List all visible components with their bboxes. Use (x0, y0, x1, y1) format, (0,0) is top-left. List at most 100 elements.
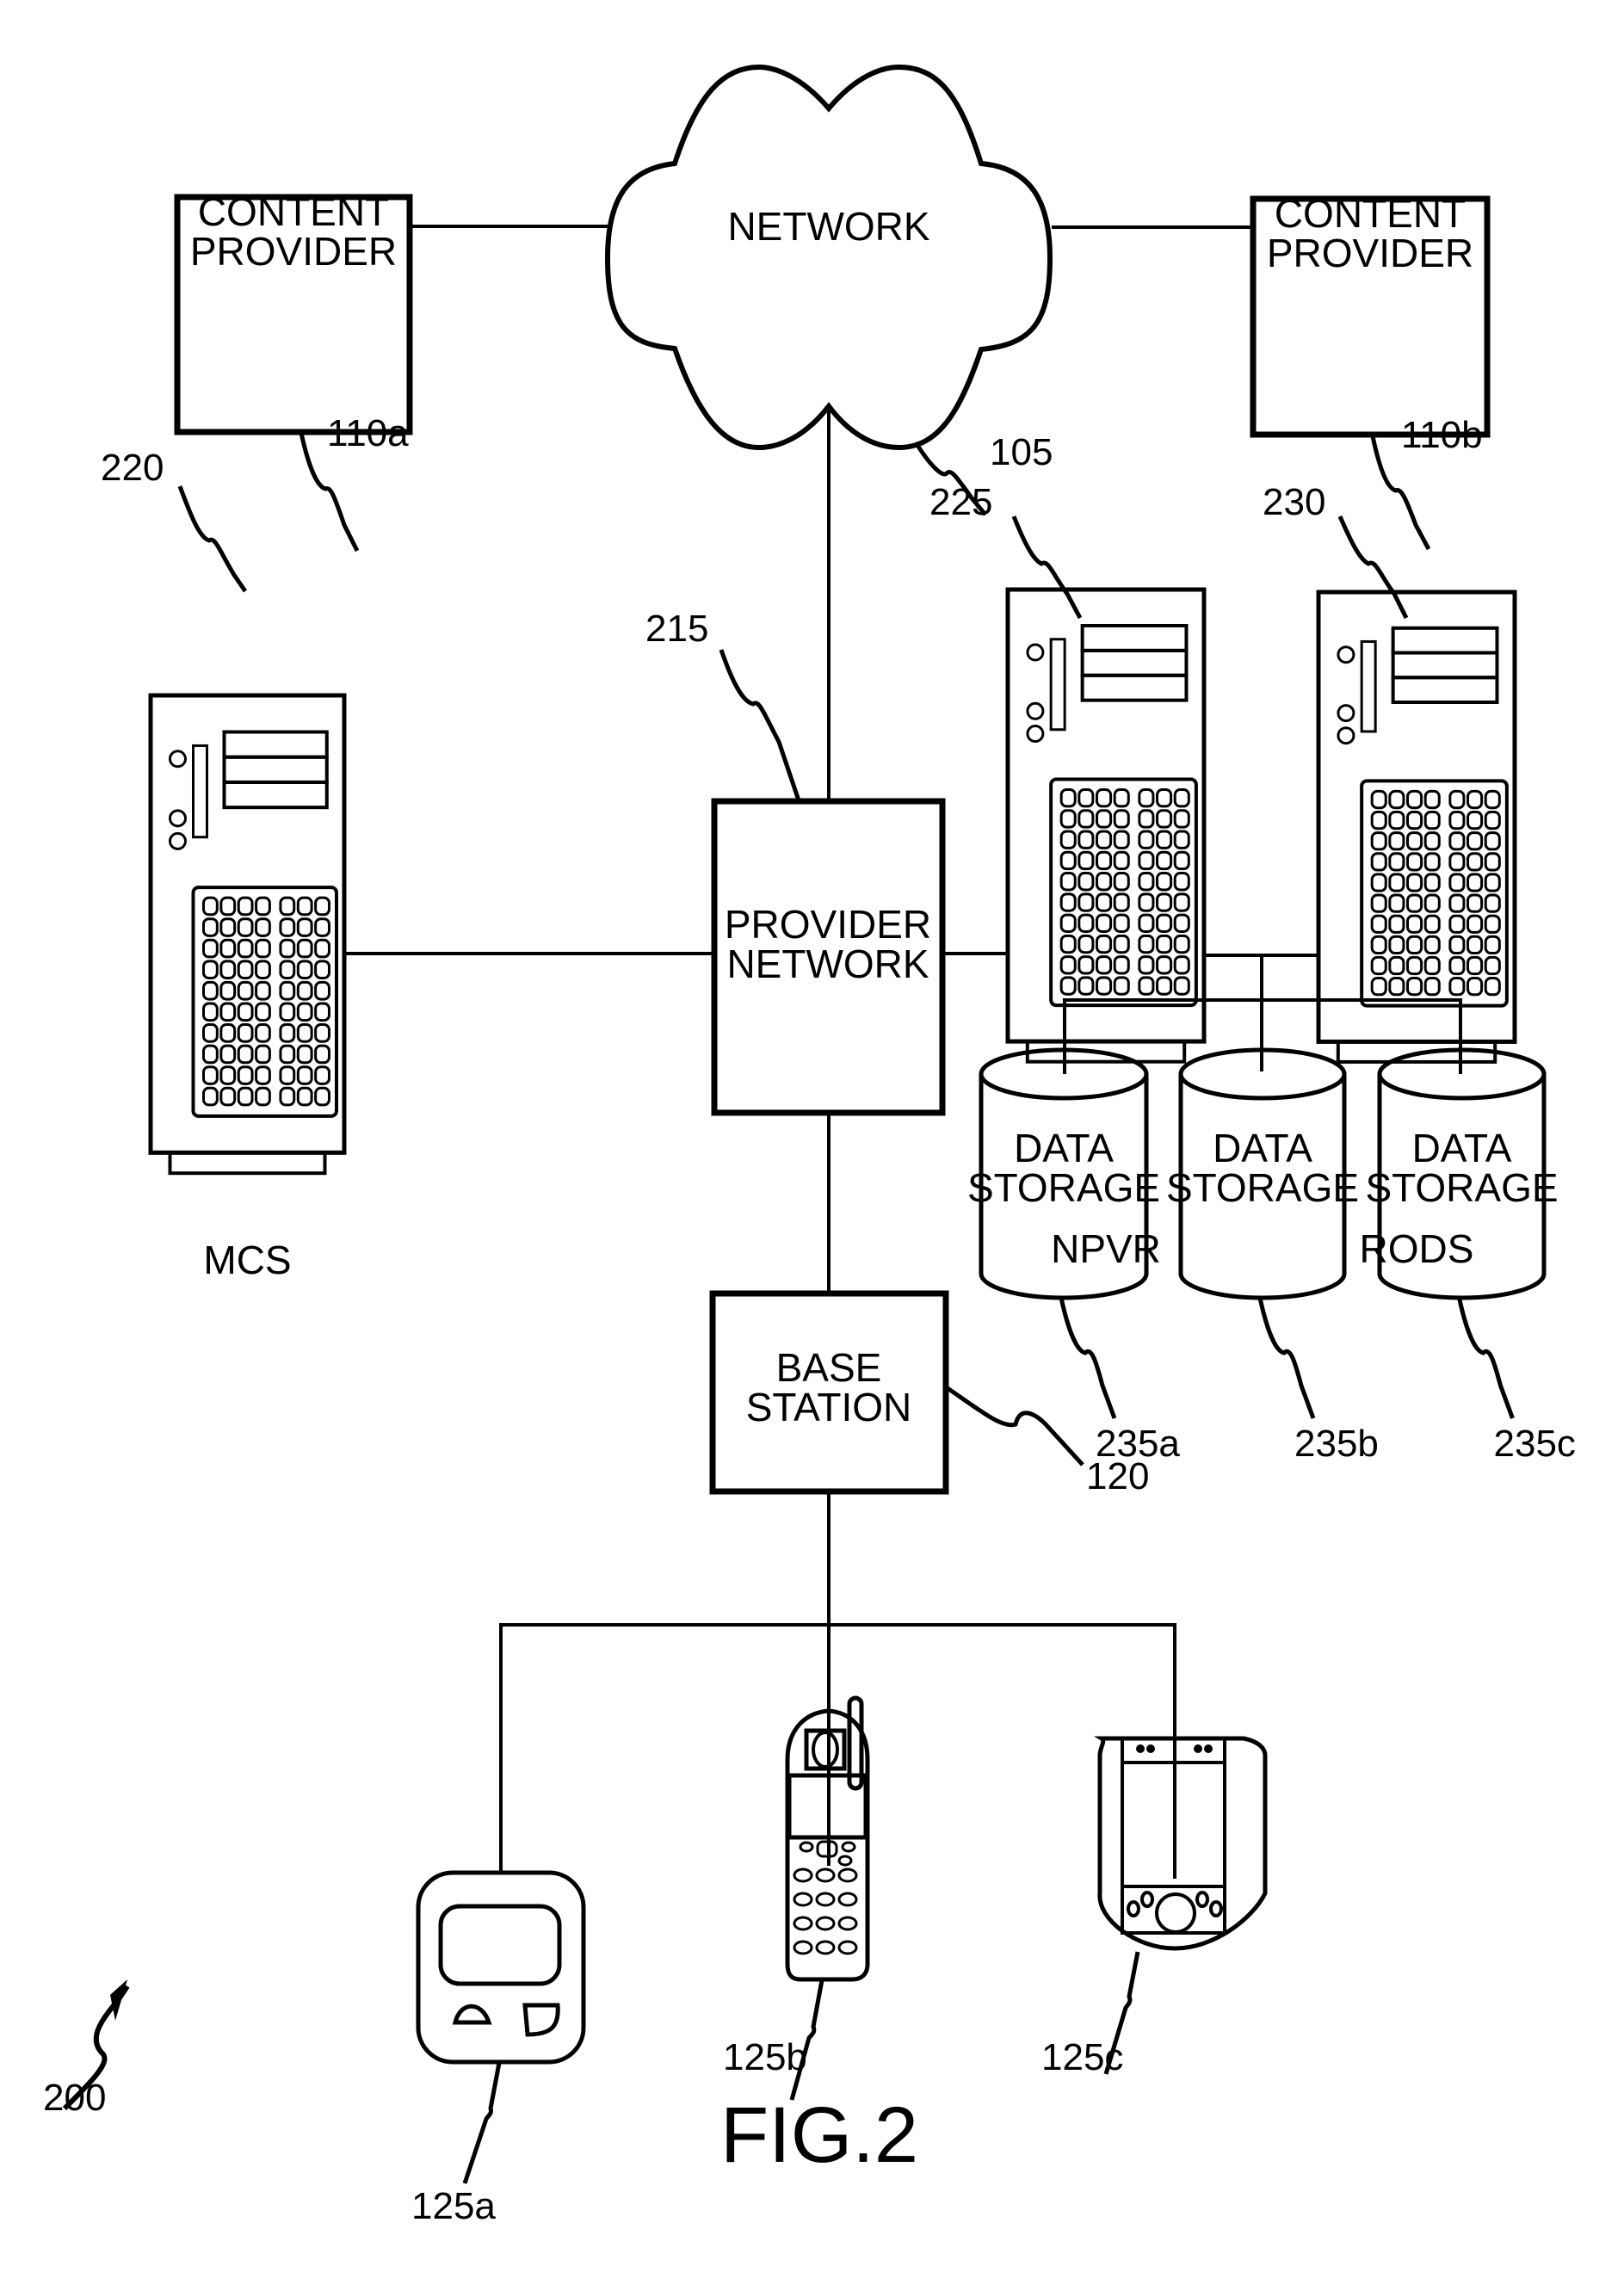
vent-slot (1467, 977, 1484, 997)
vent-slot (219, 896, 237, 917)
vent-slot (1406, 831, 1423, 851)
ref-215: 215 (645, 608, 708, 650)
pager-button-right (522, 2003, 560, 2037)
provider-network-line2: NETWORK (726, 942, 929, 986)
vent-slot (1096, 788, 1113, 808)
vent-slot (1388, 977, 1405, 997)
vent-slot (1096, 913, 1113, 933)
vent-slot (1096, 872, 1113, 892)
vent-slot (255, 960, 271, 979)
vent-slot (1078, 788, 1095, 808)
leader-125a (462, 2062, 502, 2184)
vent-slot (1370, 852, 1387, 872)
pda-led (1146, 1744, 1155, 1753)
vent-slot (219, 917, 237, 937)
vent-slot (1467, 811, 1484, 830)
vent-slot (1388, 955, 1405, 976)
vent-slot (1078, 850, 1095, 871)
leader-230 (1337, 516, 1409, 620)
vent-slot (1078, 872, 1095, 892)
vent-slot (1113, 955, 1130, 975)
phone-key (793, 1868, 813, 1883)
vent-slot (219, 1044, 237, 1065)
content-provider-b-line1: CONTENT (1275, 191, 1466, 236)
vent-slot (1096, 892, 1113, 912)
vent-slot (1059, 892, 1077, 912)
data-storage-b: DATASTORAGE 235b (1166, 1047, 1379, 1465)
vent-slot (1370, 914, 1387, 934)
vent-slot (279, 960, 296, 979)
vent-slot (1156, 934, 1173, 954)
drive-bay (1391, 676, 1499, 704)
pda-icon (1094, 1736, 1268, 1951)
phone-key (841, 1841, 856, 1853)
vent-slot (219, 938, 237, 959)
vent-slot (255, 896, 271, 917)
storage-line1: DATA (1014, 1126, 1114, 1170)
vent-slot (237, 1086, 254, 1107)
phone-keypad (793, 1840, 858, 1955)
vent-slot (1059, 809, 1077, 829)
vent-slot (202, 980, 219, 1001)
vent-slot (1388, 873, 1405, 892)
vent-slot (1173, 892, 1190, 912)
vent-slot (314, 1002, 330, 1022)
vent-slot (1388, 852, 1405, 872)
storage-line2: STORAGE (1365, 1165, 1558, 1210)
vent-slot (1078, 830, 1095, 849)
base-station-line1: BASE (776, 1345, 882, 1390)
vent-slot (279, 917, 296, 937)
vent-slot (1484, 955, 1501, 976)
vent-slot (1096, 809, 1113, 829)
vent-slot (1406, 789, 1423, 810)
pager-device (416, 1870, 586, 2065)
vent-slot (279, 1065, 296, 1085)
vent-slot (1484, 789, 1501, 810)
vent-slot (1156, 955, 1173, 975)
vent-slot (1096, 976, 1113, 996)
vent-slot (1484, 935, 1501, 955)
vent-slot (296, 1086, 313, 1107)
vent-slot (202, 938, 219, 959)
vent-slot (1467, 852, 1484, 872)
power-button (1337, 704, 1355, 723)
phone-speaker-grille (812, 1731, 839, 1769)
vent-slot (1467, 789, 1484, 810)
vent-slot (279, 1044, 296, 1065)
provider-network: PROVIDER NETWORK (711, 798, 946, 1116)
vent-slot (1138, 872, 1155, 892)
content-provider-a-line2: PROVIDER (190, 229, 397, 274)
vent-slot (1406, 955, 1423, 976)
phone-key (793, 1940, 813, 1955)
server-base (168, 1151, 327, 1176)
vent-slot (1156, 872, 1173, 892)
drive-bay (1080, 673, 1189, 702)
vent-slot (255, 1086, 271, 1107)
vent-slot (202, 896, 219, 917)
storage-line2: STORAGE (1166, 1165, 1359, 1210)
vent-slot (1370, 811, 1387, 830)
vent-slot (1138, 934, 1155, 954)
vent-slot (1078, 955, 1095, 975)
drive-bay (1080, 648, 1189, 677)
vent-slot (237, 1023, 254, 1043)
vent-slot (237, 1002, 254, 1022)
vent-slot (255, 1065, 271, 1085)
vent-slot (296, 1002, 313, 1022)
ref-125b: 125b (723, 2036, 807, 2078)
vent-slot (1484, 811, 1501, 830)
vent-slot (1096, 955, 1113, 975)
vent-slot (1467, 873, 1484, 892)
drive-bay (1391, 626, 1499, 655)
vent-slot (237, 1044, 254, 1065)
vent-slot (1173, 976, 1190, 996)
vent-slot (1059, 850, 1077, 871)
power-button (1337, 645, 1355, 664)
ref-110b: 110b (1401, 414, 1483, 456)
pda-button (1127, 1900, 1140, 1917)
ref-105: 105 (990, 431, 1053, 473)
vent-slot (202, 1086, 219, 1107)
vent-slot (202, 1065, 219, 1085)
vent-slot (279, 1023, 296, 1043)
ref-230: 230 (1263, 481, 1325, 523)
